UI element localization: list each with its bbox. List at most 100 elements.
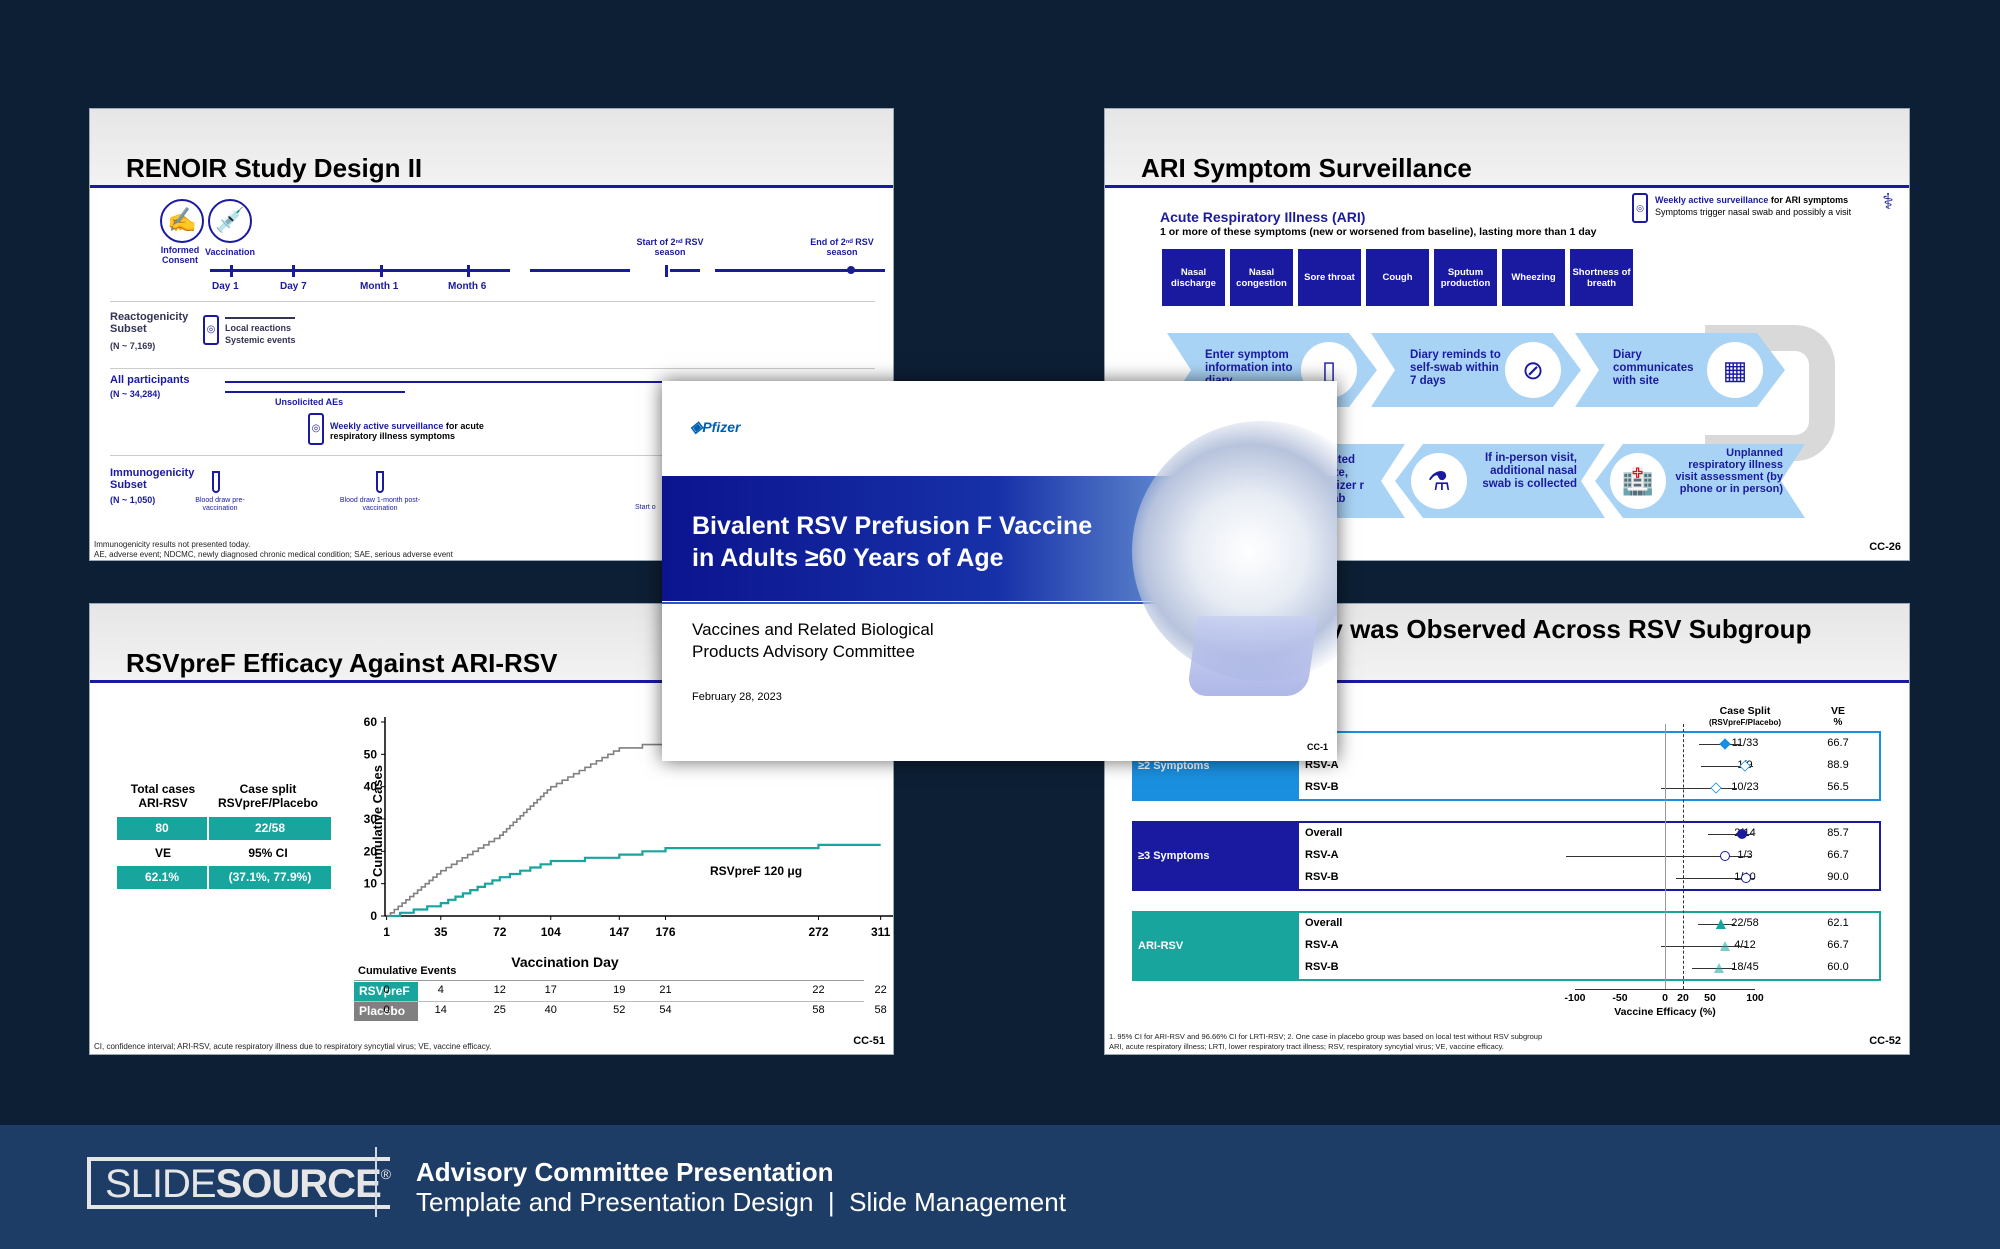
- pfizer-logo: ◈Pfizer: [690, 417, 740, 437]
- subgroup-label: RSV-A: [1305, 849, 1339, 861]
- event-cell: 17: [544, 984, 557, 996]
- flow-text-2: Diary reminds to self-swab within 7 days: [1410, 349, 1501, 387]
- cover-slide[interactable]: ◈Pfizer Bivalent RSV Prefusion F Vaccine…: [662, 381, 1337, 761]
- x-tick-label: 35: [434, 925, 448, 939]
- ve-value: 56.5: [1827, 781, 1849, 793]
- x-tick-label: -50: [1612, 992, 1628, 1004]
- blood-draw-2: Blood draw 1-month post-vaccination: [339, 497, 421, 512]
- event-cell: 58: [874, 1004, 887, 1016]
- x-tick-label: 104: [541, 925, 561, 939]
- x-tick-label: 100: [1746, 992, 1764, 1004]
- timeline-line-2: [530, 269, 630, 272]
- y-tick-label: 40: [364, 780, 378, 794]
- doctor-icon: ⚕: [1882, 189, 1894, 214]
- weekly-bold: Weekly active surveillance: [330, 421, 444, 431]
- hdr-ci: 95% CI: [248, 846, 288, 860]
- ve-value: 90.0: [1827, 871, 1849, 883]
- event-cell: 0: [383, 984, 390, 996]
- ve-value: 66.7: [1827, 849, 1849, 861]
- hdr-case-split-sub: (RSVpreF/Placebo): [1708, 718, 1781, 727]
- symptom-box: Sore throat: [1298, 249, 1361, 306]
- x-axis-label: Vaccine Efficacy (%): [1614, 1006, 1716, 1018]
- weekly-rest: for ARI symptoms: [1768, 195, 1849, 205]
- immuno-label: Immunogenicity Subset: [110, 467, 195, 491]
- reacto-line: [225, 317, 295, 319]
- event-cell: 0: [383, 1004, 390, 1016]
- y-tick-label: 60: [364, 715, 378, 729]
- tl-start2: Start of 2ⁿᵈ RSV season: [636, 237, 704, 257]
- ci-line: [1698, 924, 1736, 925]
- timeline-line: [210, 269, 510, 272]
- ve-value: 66.7: [1827, 737, 1849, 749]
- weekly-surveillance: Weekly active surveillance for ARI sympt…: [1655, 195, 1848, 205]
- events-title: Cumulative Events: [358, 965, 457, 977]
- calendar-icon: ▦: [1707, 342, 1763, 398]
- event-cell: 19: [613, 984, 626, 996]
- series-label: RSVpreF 120 μg: [710, 864, 803, 878]
- event-cell: 22: [812, 984, 825, 996]
- point-marker: [1741, 873, 1751, 883]
- flow-text-4: Unplanned respiratory illness visit asse…: [1675, 447, 1783, 495]
- blood-draw-3: Start o: [635, 504, 656, 511]
- immuno-n: (N ~ 1,050): [110, 495, 156, 505]
- divider: [110, 368, 875, 369]
- events-row-divider: [354, 1001, 864, 1002]
- y-tick-label: 20: [364, 844, 378, 858]
- slidesource-logo[interactable]: SLIDESOURCE®: [87, 1157, 391, 1209]
- allp-label: All participants: [110, 374, 190, 386]
- forest-x-axis: [1575, 989, 1755, 990]
- consent-icon: ✍: [160, 199, 204, 243]
- hdr-ve: VE: [154, 846, 171, 860]
- weekly-sub: Symptoms trigger nasal swab and possibly…: [1655, 207, 1852, 217]
- footnote-2: ARI, acute respiratory illness; LRTI, lo…: [1109, 1042, 1504, 1051]
- cover-sub-1: Vaccines and Related Biological: [692, 620, 934, 639]
- x-tick-label: 272: [808, 925, 828, 939]
- tl-end2: End of 2ⁿᵈ RSV season: [810, 237, 874, 257]
- cover-sub-2: Products Advisory Committee: [692, 642, 915, 661]
- group-label: ≥3 Symptoms: [1132, 821, 1299, 891]
- tl-day7: Day 7: [280, 281, 307, 292]
- cover-cc: CC-1: [1307, 742, 1329, 752]
- event-cell: 25: [493, 1004, 506, 1016]
- ve-value: 62.1%: [117, 866, 207, 889]
- event-cell: 22: [874, 984, 887, 996]
- x-tick-label: 311: [871, 925, 891, 939]
- footnote: CI, confidence interval; ARI-RSV, acute …: [94, 1042, 492, 1051]
- ve-value: 88.9: [1827, 759, 1849, 771]
- tick: [665, 265, 668, 277]
- ve-value: 60.0: [1827, 961, 1849, 973]
- slide-title: cacy was Observed Across RSV Subgroup: [1285, 614, 1812, 644]
- event-cell: 52: [613, 1004, 626, 1016]
- x-axis-label: Vaccination Day: [511, 954, 619, 970]
- weekly-surveillance: Weekly active surveillance for acute res…: [330, 421, 530, 441]
- symptom-box: Shortness of breath: [1570, 249, 1633, 306]
- ve-value: 85.7: [1827, 827, 1849, 839]
- subgroup-label: Overall: [1305, 827, 1343, 839]
- tick: [380, 265, 383, 277]
- ci-line: [1660, 788, 1737, 789]
- hdr-total-cases: Total cases ARI-RSV: [130, 782, 196, 810]
- symptom-box: Nasal congestion: [1230, 249, 1293, 306]
- tl-day1: Day 1: [212, 281, 239, 292]
- slide-title: RSVpreF Efficacy Against ARI-RSV: [126, 648, 558, 678]
- y-tick-label: 50: [364, 747, 378, 761]
- x-tick-label: 72: [493, 925, 507, 939]
- blood-draw-1: Blood draw pre-vaccination: [195, 497, 245, 512]
- diary-icon: ◎: [308, 413, 324, 445]
- swab-icon: ⊘: [1505, 342, 1561, 398]
- logo-word-1: SLIDE: [105, 1162, 217, 1206]
- ari-subheading: 1 or more of these symptoms (new or wors…: [1160, 226, 1597, 238]
- event-cell: 58: [812, 1004, 825, 1016]
- diary-icon: ◎: [203, 315, 219, 345]
- slide-number: CC-52: [1869, 1035, 1901, 1047]
- event-cell: 14: [434, 1004, 447, 1016]
- y-tick-label: 0: [370, 909, 377, 923]
- slide-number: CC-26: [1869, 541, 1901, 553]
- event-cell: 40: [544, 1004, 557, 1016]
- banner-line-2: Template and Presentation Design | Slide…: [416, 1187, 1066, 1217]
- tube-icon: [376, 471, 384, 493]
- cover-date: February 28, 2023: [692, 691, 782, 703]
- subgroup-label: RSV-A: [1305, 939, 1339, 951]
- ci-line: [1692, 968, 1736, 969]
- ve-value: 66.7: [1827, 939, 1849, 951]
